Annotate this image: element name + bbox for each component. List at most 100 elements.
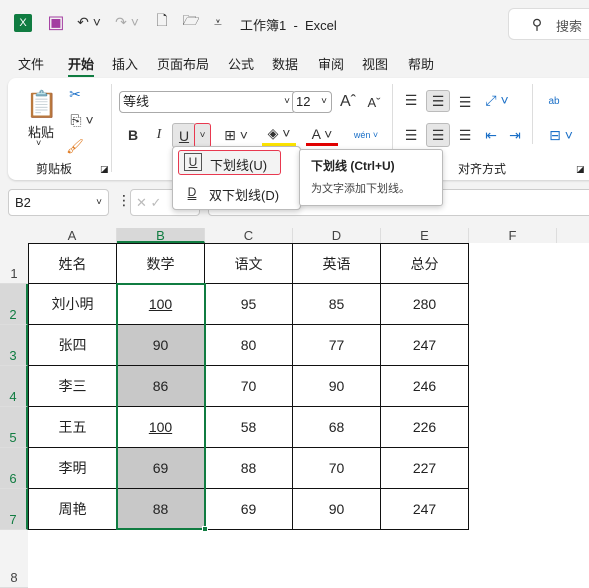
name-box[interactable]: B2 ˅ <box>8 189 109 216</box>
wrap-text-icon[interactable]: ab <box>544 90 564 112</box>
cell-E2[interactable]: 280 <box>381 284 469 325</box>
cell-D3[interactable]: 77 <box>293 325 381 366</box>
worksheet-grid[interactable]: A B C D E F 1 2 3 4 5 6 7 8 姓名 数学 语文 英语 总分 刘小明 100 95 85 280 张四 9… <box>0 228 589 588</box>
tab-8[interactable]: 帮助 <box>408 54 434 73</box>
phonetic-icon[interactable]: wén ˅ <box>348 124 384 146</box>
cell-D7[interactable]: 90 <box>293 489 381 530</box>
cell-A3[interactable]: 张四 <box>28 325 117 366</box>
cell-A2[interactable]: 刘小明 <box>28 284 117 325</box>
double-underline-icon: D <box>187 185 197 199</box>
cell-E4[interactable]: 246 <box>381 366 469 407</box>
cell-C5[interactable]: 58 <box>205 407 293 448</box>
open-folder-icon[interactable]: 🗁 <box>180 12 202 32</box>
row-header-1[interactable]: 1 <box>0 243 28 284</box>
tab-4[interactable]: 公式 <box>228 54 254 73</box>
font-name-select[interactable]: 等线 ˅ <box>119 91 296 113</box>
column-header-C[interactable]: C <box>205 228 293 243</box>
cell-E6[interactable]: 227 <box>381 448 469 489</box>
italic-button[interactable]: I <box>150 124 168 146</box>
row-header-5[interactable]: 5 <box>0 407 28 448</box>
increase-font-icon[interactable]: Aˆ <box>338 91 358 113</box>
orientation-icon[interactable]: ⤢ ˅ <box>480 90 514 110</box>
cell-A4[interactable]: 李三 <box>28 366 117 407</box>
fill-handle[interactable] <box>202 526 208 532</box>
column-header-E[interactable]: E <box>381 228 469 243</box>
cell-E7[interactable]: 247 <box>381 489 469 530</box>
row-header-7[interactable]: 7 <box>0 489 28 530</box>
column-header-B[interactable]: B <box>117 228 205 243</box>
font-size-select[interactable]: 12 ˅ <box>292 91 332 113</box>
underline-dropdown-button[interactable]: ˅ <box>194 123 211 148</box>
customize-toolbar-icon[interactable]: ⩡ <box>210 12 226 32</box>
cell-D2[interactable]: 85 <box>293 284 381 325</box>
cell-A7[interactable]: 周艳 <box>28 489 117 530</box>
cell-D1[interactable]: 英语 <box>293 243 381 284</box>
cell-C4[interactable]: 70 <box>205 366 293 407</box>
undo-icon[interactable]: ↶ ˅ <box>74 12 104 32</box>
cell-C3[interactable]: 80 <box>205 325 293 366</box>
new-file-icon[interactable]: 🗋 <box>152 12 172 32</box>
row-header-4[interactable]: 4 <box>0 366 28 407</box>
cell-A6[interactable]: 李明 <box>28 448 117 489</box>
column-header-D[interactable]: D <box>293 228 381 243</box>
cell-E3[interactable]: 247 <box>381 325 469 366</box>
underline-label: U <box>178 127 190 144</box>
row-header-3[interactable]: 3 <box>0 325 28 366</box>
cell-A1[interactable]: 姓名 <box>28 243 117 284</box>
decrease-font-icon[interactable]: Aˇ <box>364 91 384 113</box>
increase-indent-icon[interactable]: ⇥ <box>506 124 524 146</box>
cell-E5[interactable]: 226 <box>381 407 469 448</box>
row-header-2[interactable]: 2 <box>0 284 28 325</box>
enter-icon[interactable]: ✓ <box>151 195 162 210</box>
search-box[interactable]: ⚲ 搜索 <box>508 8 589 40</box>
align-middle-icon[interactable]: ☰ <box>426 90 450 112</box>
dialog-launcher-icon[interactable]: ◪ <box>100 164 109 175</box>
format-painter-icon[interactable]: 🖌 <box>66 136 84 156</box>
tab-2[interactable]: 插入 <box>112 54 138 73</box>
row-header-8[interactable]: 8 <box>0 530 28 588</box>
tab-6[interactable]: 审阅 <box>318 54 344 73</box>
fill-color-icon[interactable]: ◈ ˅ <box>262 124 296 146</box>
borders-icon[interactable]: ⊞ ˅ <box>218 124 254 146</box>
select-all-corner[interactable] <box>0 228 28 243</box>
menu-item-double-underline[interactable]: D 双下划线(D) <box>178 181 296 206</box>
cell-D4[interactable]: 90 <box>293 366 381 407</box>
cell-C1[interactable]: 语文 <box>205 243 293 284</box>
save-icon[interactable]: ▣ <box>46 12 66 32</box>
cell-C7[interactable]: 69 <box>205 489 293 530</box>
align-right-icon[interactable]: ☰ <box>456 124 474 146</box>
tab-0[interactable]: 文件 <box>18 54 44 73</box>
column-header-G[interactable] <box>557 228 589 243</box>
more-icon[interactable]: ⋮ <box>117 192 131 209</box>
paste-button[interactable]: 📋 粘贴 ˅ <box>26 88 58 149</box>
copy-icon[interactable]: ⎘ ˅ <box>66 110 98 130</box>
cell-C6[interactable]: 88 <box>205 448 293 489</box>
cut-icon[interactable]: ✂ <box>66 84 84 104</box>
merge-center-icon[interactable]: ⊟ ˅ <box>544 124 578 146</box>
cell-D5[interactable]: 68 <box>293 407 381 448</box>
tab-5[interactable]: 数据 <box>272 54 298 73</box>
tab-1[interactable]: 开始 <box>68 54 95 77</box>
cell-D6[interactable]: 70 <box>293 448 381 489</box>
cancel-icon[interactable]: ✕ <box>136 195 147 210</box>
menu-item-underline[interactable]: U 下划线(U) <box>178 150 281 175</box>
cell-B1[interactable]: 数学 <box>117 243 205 284</box>
column-header-F[interactable]: F <box>469 228 557 243</box>
align-center-icon[interactable]: ☰ <box>426 123 450 147</box>
font-color-icon[interactable]: A ˅ <box>306 124 338 146</box>
underline-button[interactable]: U <box>172 123 196 148</box>
align-top-icon[interactable]: ☰ <box>402 90 420 110</box>
cell-E1[interactable]: 总分 <box>381 243 469 284</box>
row-header-6[interactable]: 6 <box>0 448 28 489</box>
bold-button[interactable]: B <box>124 124 142 146</box>
tab-3[interactable]: 页面布局 <box>157 54 209 73</box>
redo-icon[interactable]: ↷ ˅ <box>112 12 142 32</box>
cell-A5[interactable]: 王五 <box>28 407 117 448</box>
column-header-A[interactable]: A <box>28 228 117 243</box>
cell-C2[interactable]: 95 <box>205 284 293 325</box>
align-bottom-icon[interactable]: ☰ <box>456 92 474 112</box>
tab-7[interactable]: 视图 <box>362 54 388 73</box>
decrease-indent-icon[interactable]: ⇤ <box>482 124 500 146</box>
dialog-launcher-icon[interactable]: ◪ <box>576 164 585 175</box>
align-left-icon[interactable]: ☰ <box>402 124 420 146</box>
